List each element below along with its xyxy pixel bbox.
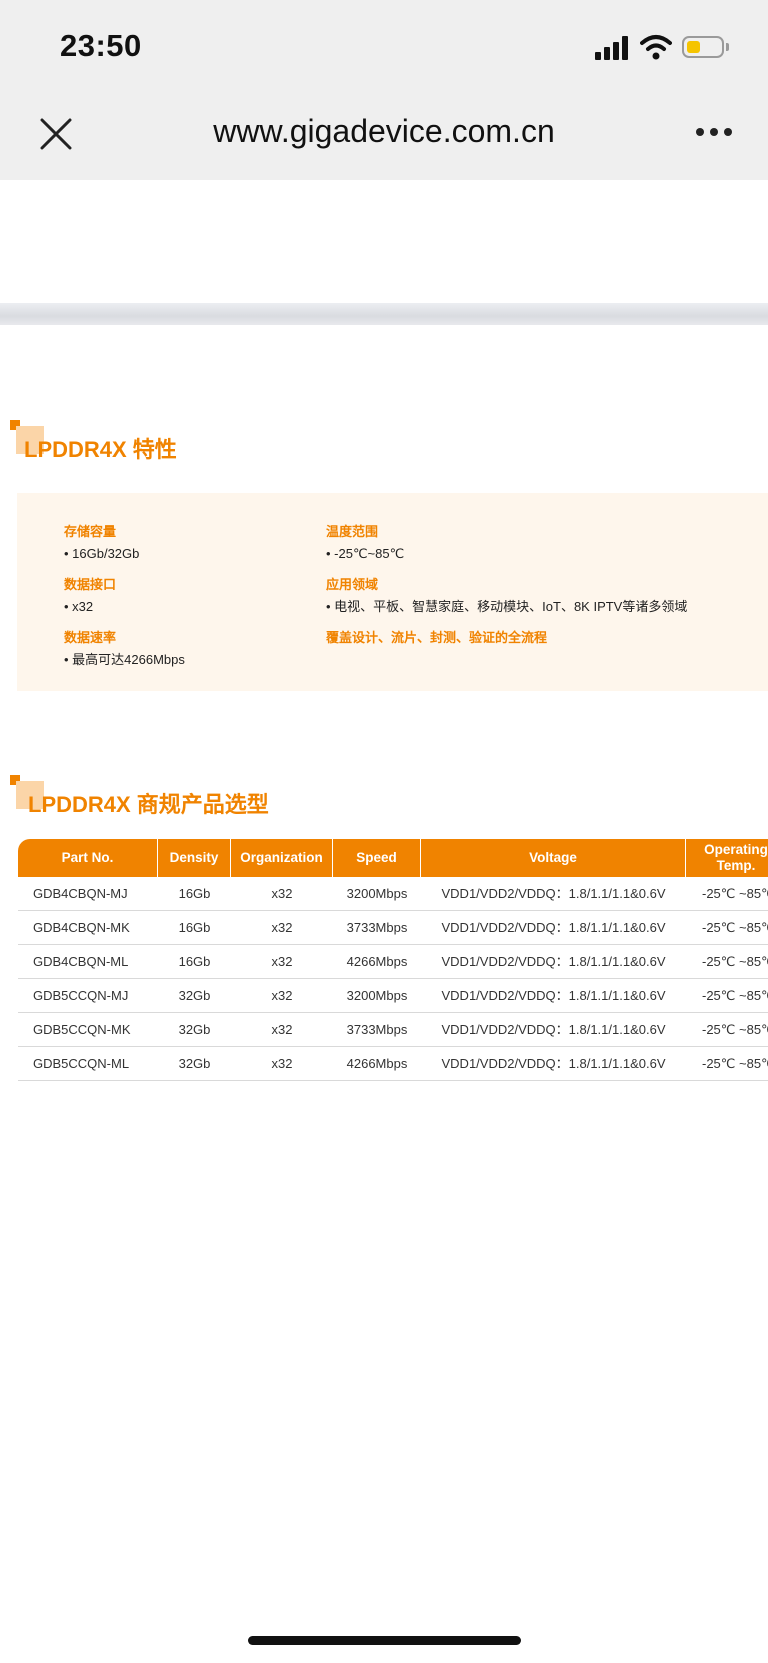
battery-nub	[726, 43, 729, 51]
status-time: 23:50	[60, 28, 142, 63]
table-row: GDB5CCQN-MJ 32Gb x32 3200Mbps VDD1/VDD2/…	[18, 979, 768, 1013]
products-title: LPDDR4X 商规产品选型	[28, 792, 269, 817]
products-heading: LPDDR4X 商规产品选型	[8, 775, 408, 825]
cell-density: 16Gb	[178, 920, 211, 935]
features-heading: LPDDR4X 特性	[8, 420, 408, 470]
feature-label: 应用领域	[326, 577, 379, 592]
features-right-column: 温度范围 • -25℃~85℃ 应用领域 • 电视、平板、智慧家庭、移动模块、I…	[326, 521, 687, 649]
table-row: GDB4CBQN-MJ 16Gb x32 3200Mbps VDD1/VDD2/…	[18, 877, 768, 911]
cell-voltage: VDD1/VDD2/VDDQ：1.8/1.1/1.1&0.6V	[441, 920, 666, 935]
cell-density: 32Gb	[178, 1056, 211, 1071]
cell-part-no: GDB5CCQN-MJ	[33, 988, 129, 1003]
cell-organization: x32	[271, 954, 293, 969]
features-left-column: 存储容量 • 16Gb/32Gb 数据接口 • x32 数据速率 • 最高可达4…	[64, 521, 185, 680]
cell-voltage: VDD1/VDD2/VDDQ：1.8/1.1/1.1&0.6V	[441, 1056, 666, 1071]
feature-label: 存储容量	[64, 524, 117, 539]
column-header-operating-temp: Operating Temp.	[704, 842, 768, 873]
browser-top-bar: 23:50 www.gigadevice.com.cn	[0, 0, 768, 180]
cell-speed: 3200Mbps	[346, 886, 408, 901]
wifi-icon	[640, 35, 672, 60]
close-icon[interactable]	[36, 114, 76, 154]
feature-label: 数据速率	[64, 630, 117, 645]
cell-density: 16Gb	[178, 886, 211, 901]
cell-organization: x32	[271, 1056, 293, 1071]
column-header-part-no: Part No.	[18, 839, 158, 877]
cell-part-no: GDB4CBQN-ML	[33, 954, 129, 969]
cell-voltage: VDD1/VDD2/VDDQ：1.8/1.1/1.1&0.6V	[441, 988, 666, 1003]
feature-value: • 电视、平板、智慧家庭、移动模块、IoT、8K IPTV等诸多领域	[326, 599, 688, 614]
table-row: GDB5CCQN-ML 32Gb x32 4266Mbps VDD1/VDD2/…	[18, 1047, 768, 1081]
features-title: LPDDR4X 特性	[24, 437, 177, 462]
feature-label: 数据接口	[64, 577, 117, 592]
cell-operating-temp: -25℃ ~85℃	[702, 920, 768, 935]
feature-value: • x32	[64, 599, 94, 614]
feature-value: • 16Gb/32Gb	[64, 546, 140, 561]
cellular-signal-icon	[595, 36, 629, 60]
cell-operating-temp: -25℃ ~85℃	[702, 954, 768, 969]
table-header: Part No. Density Organization Speed Volt…	[18, 839, 768, 877]
table-row: GDB5CCQN-MK 32Gb x32 3733Mbps VDD1/VDD2/…	[18, 1013, 768, 1047]
table-row: GDB4CBQN-MK 16Gb x32 3733Mbps VDD1/VDD2/…	[18, 911, 768, 945]
feature-label: 覆盖设计、流片、封测、验证的全流程	[326, 630, 548, 645]
table-row: GDB4CBQN-ML 16Gb x32 4266Mbps VDD1/VDD2/…	[18, 945, 768, 979]
column-header-voltage: Voltage	[421, 839, 686, 877]
cell-speed: 3200Mbps	[346, 988, 408, 1003]
cell-voltage: VDD1/VDD2/VDDQ：1.8/1.1/1.1&0.6V	[441, 1022, 666, 1037]
home-indicator[interactable]	[248, 1636, 521, 1645]
cell-operating-temp: -25℃ ~85℃	[702, 886, 768, 901]
cell-part-no: GDB5CCQN-ML	[33, 1056, 130, 1071]
column-header-organization: Organization	[231, 839, 333, 877]
features-panel: 存储容量 • 16Gb/32Gb 数据接口 • x32 数据速率 • 最高可达4…	[17, 493, 768, 691]
battery-level	[687, 41, 700, 53]
battery-icon	[682, 36, 724, 58]
page: 23:50 www.gigadevice.com.cn LPDDR4X 特性 存…	[0, 0, 768, 1663]
column-header-density: Density	[158, 839, 231, 877]
cell-density: 32Gb	[178, 1022, 211, 1037]
cell-part-no: GDB4CBQN-MJ	[33, 886, 128, 901]
cell-speed: 4266Mbps	[346, 954, 408, 969]
cell-speed: 3733Mbps	[346, 920, 408, 935]
cell-operating-temp: -25℃ ~85℃	[702, 1022, 768, 1037]
cell-operating-temp: -25℃ ~85℃	[702, 988, 768, 1003]
cell-operating-temp: -25℃ ~85℃	[702, 1056, 768, 1071]
cell-organization: x32	[271, 920, 293, 935]
cell-speed: 3733Mbps	[346, 1022, 408, 1037]
column-header-speed: Speed	[333, 839, 421, 877]
feature-value: • -25℃~85℃	[326, 546, 405, 561]
products-table: Part No. Density Organization Speed Volt…	[18, 839, 768, 1081]
more-icon[interactable]	[690, 128, 738, 142]
cell-voltage: VDD1/VDD2/VDDQ：1.8/1.1/1.1&0.6V	[441, 954, 666, 969]
feature-value: • 最高可达4266Mbps	[64, 652, 185, 667]
cell-density: 16Gb	[178, 954, 211, 969]
cell-organization: x32	[271, 886, 293, 901]
cell-speed: 4266Mbps	[346, 1056, 408, 1071]
cell-organization: x32	[271, 1022, 293, 1037]
cell-density: 32Gb	[178, 988, 211, 1003]
cell-part-no: GDB4CBQN-MK	[33, 920, 130, 935]
cell-organization: x32	[271, 988, 293, 1003]
section-divider	[0, 303, 768, 325]
cell-part-no: GDB5CCQN-MK	[33, 1022, 131, 1037]
feature-label: 温度范围	[326, 524, 379, 539]
cell-voltage: VDD1/VDD2/VDDQ：1.8/1.1/1.1&0.6V	[441, 886, 666, 901]
page-url-title: www.gigadevice.com.cn	[213, 113, 555, 149]
